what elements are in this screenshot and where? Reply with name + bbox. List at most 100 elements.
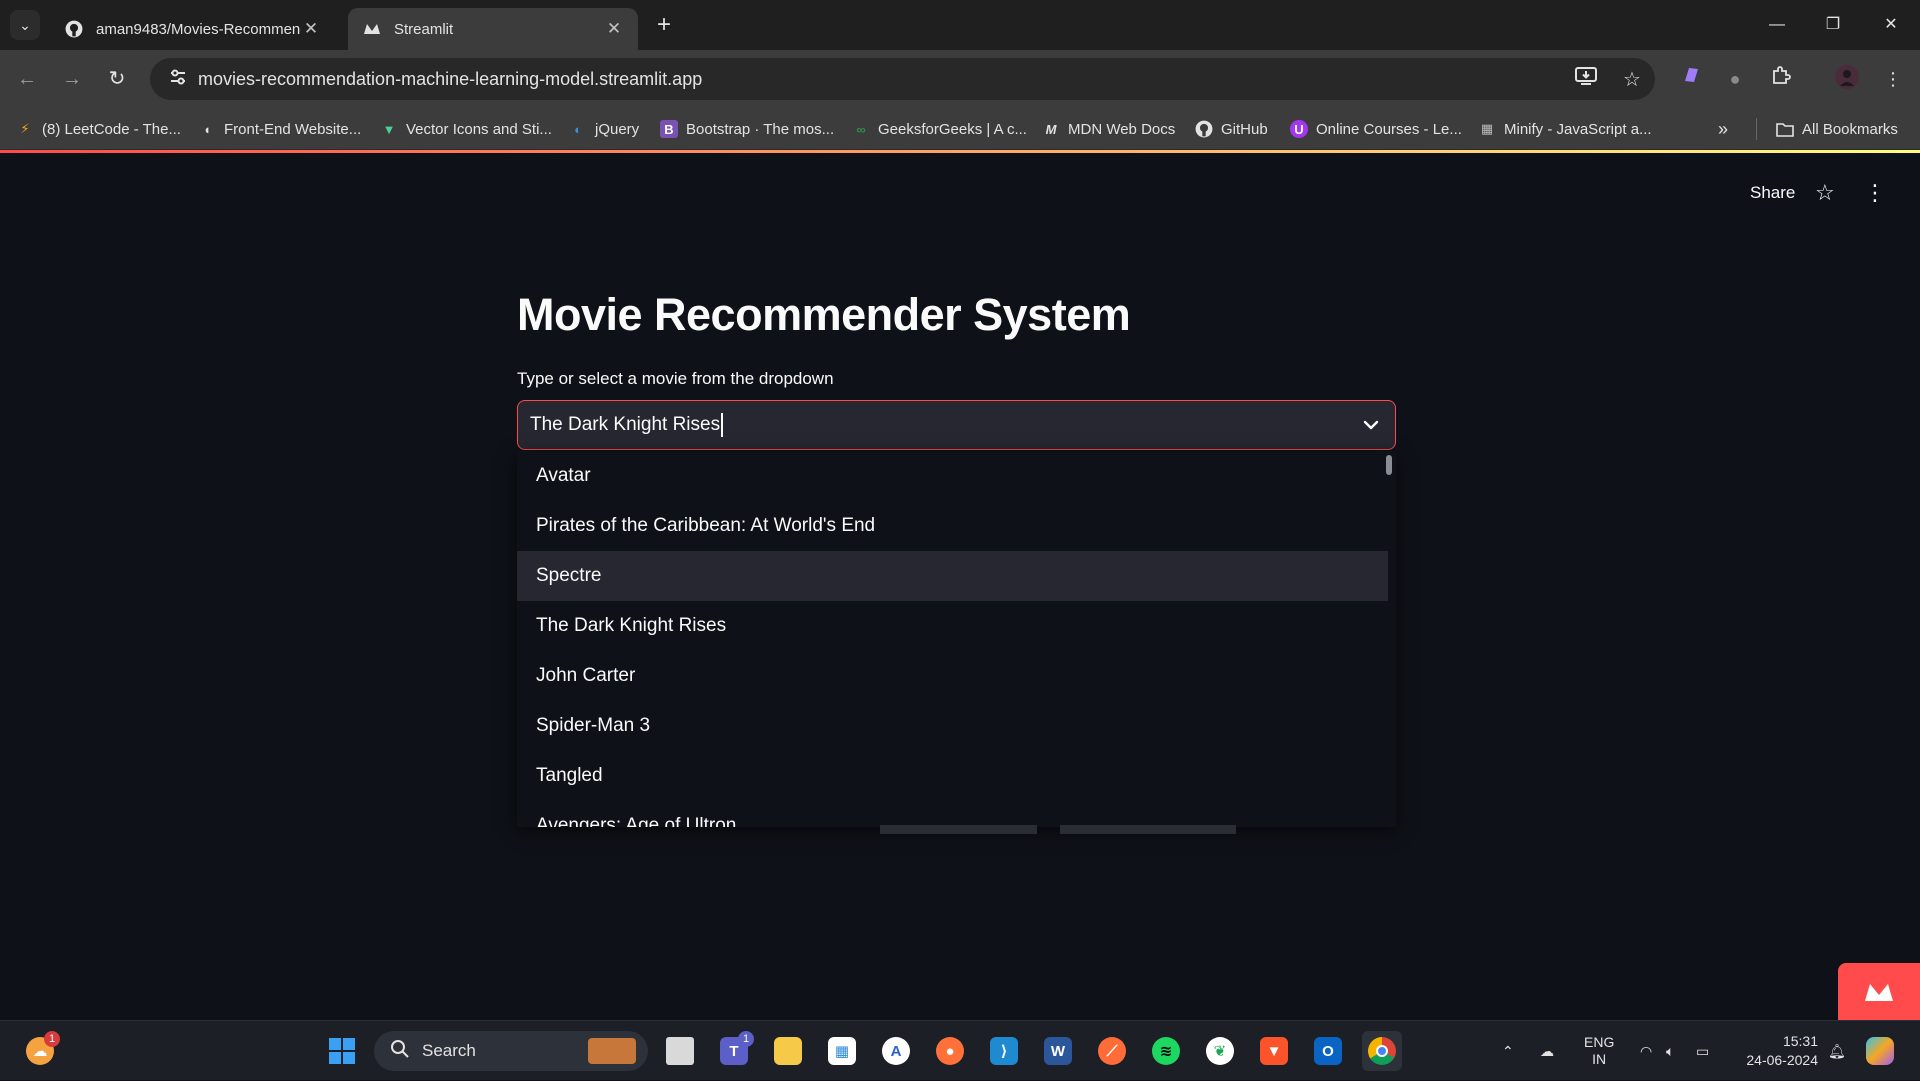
bookmark-github[interactable]: GitHub bbox=[1195, 116, 1268, 142]
task-view-app[interactable] bbox=[660, 1031, 700, 1071]
browser-tab-strip: ⌄ aman9483/Movies-Recommenda ✕ Streamlit… bbox=[0, 0, 1920, 50]
windows-taskbar: ☁ 1 Search T 1 ▦ A ● ⟩ W ⟋ ≋ ❦ ▼ O ⌃ ☁ E… bbox=[0, 1020, 1920, 1080]
start-button[interactable] bbox=[322, 1031, 362, 1071]
dropdown-option[interactable]: Tangled bbox=[517, 751, 1388, 801]
flaticon-icon: ▼ bbox=[382, 121, 396, 137]
streamlit-badge-button[interactable] bbox=[1838, 963, 1920, 1020]
more-bookmarks-icon[interactable]: » bbox=[1718, 116, 1728, 142]
forward-button[interactable]: → bbox=[57, 64, 87, 94]
tab-streamlit[interactable]: Streamlit ✕ bbox=[348, 8, 638, 50]
select-label: Type or select a movie from the dropdown bbox=[517, 369, 834, 388]
bookmark-jquery[interactable]: ◐ jQuery bbox=[569, 116, 639, 142]
tab-github[interactable]: aman9483/Movies-Recommenda ✕ bbox=[50, 8, 335, 50]
file-explorer-app[interactable] bbox=[768, 1031, 808, 1071]
movie-select-input[interactable]: The Dark Knight Rises bbox=[530, 413, 1359, 437]
bookmark-bootstrap[interactable]: B Bootstrap · The mos... bbox=[660, 116, 834, 142]
minimize-button[interactable]: — bbox=[1762, 12, 1792, 38]
dropdown-scrollbar[interactable] bbox=[1386, 455, 1392, 475]
text-caret bbox=[721, 413, 724, 437]
dropdown-option[interactable]: Pirates of the Caribbean: At World's End bbox=[517, 501, 1388, 551]
dropdown-option-highlighted[interactable]: Spectre bbox=[517, 551, 1388, 601]
poster-image bbox=[880, 825, 1037, 834]
brave-app[interactable]: ▼ bbox=[1254, 1031, 1294, 1071]
weather-widget[interactable]: ☁ 1 bbox=[20, 1031, 60, 1071]
movie-selectbox[interactable]: The Dark Knight Rises bbox=[517, 400, 1396, 450]
search-highlight-icon bbox=[588, 1038, 636, 1064]
new-tab-button[interactable]: + bbox=[650, 11, 678, 39]
word-app[interactable]: W bbox=[1038, 1031, 1078, 1071]
dropdown-option[interactable]: The Dark Knight Rises bbox=[517, 601, 1388, 651]
clock[interactable]: 15:31 24-06-2024 bbox=[1736, 1021, 1818, 1081]
share-button[interactable]: Share bbox=[1750, 183, 1795, 203]
bookmark-frontend[interactable]: ◖ Front-End Website... bbox=[198, 116, 361, 142]
wifi-icon[interactable]: ◠ bbox=[1640, 1021, 1652, 1081]
postman-app[interactable]: ⟋ bbox=[1092, 1031, 1132, 1071]
bookmark-label: (8) LeetCode - The... bbox=[42, 120, 181, 138]
dropdown-option[interactable]: Avatar bbox=[517, 451, 1388, 501]
chrome-app[interactable] bbox=[1362, 1031, 1402, 1071]
bookmark-label: Minify - JavaScript a... bbox=[1504, 120, 1652, 138]
outlook-icon: O bbox=[1314, 1037, 1342, 1065]
close-window-button[interactable]: ✕ bbox=[1876, 12, 1906, 38]
vscode-app[interactable]: ⟩ bbox=[984, 1031, 1024, 1071]
browser-menu-icon[interactable]: ⋮ bbox=[1878, 64, 1908, 94]
site-settings-icon[interactable] bbox=[158, 69, 198, 89]
jquery-icon: ◐ bbox=[574, 121, 582, 137]
star-icon[interactable]: ☆ bbox=[1815, 180, 1835, 206]
streamlit-icon bbox=[362, 19, 382, 39]
address-bar[interactable]: movies-recommendation-machine-learning-m… bbox=[150, 58, 1655, 100]
volume-icon[interactable]: 🔈︎ bbox=[1666, 1021, 1674, 1081]
firefox-app[interactable]: ● bbox=[930, 1031, 970, 1071]
clock-time: 15:31 bbox=[1782, 1033, 1818, 1049]
movie-dropdown-list[interactable]: Avatar Pirates of the Caribbean: At Worl… bbox=[517, 451, 1396, 827]
language-code: ENG bbox=[1584, 1034, 1615, 1050]
dropdown-option[interactable]: John Carter bbox=[517, 651, 1388, 701]
battery-icon[interactable]: ▭ bbox=[1696, 1021, 1709, 1081]
streamlit-logo-icon bbox=[1865, 983, 1893, 1001]
frontend-icon: ◖ bbox=[203, 121, 211, 137]
copilot-icon[interactable] bbox=[1866, 1021, 1894, 1081]
language-indicator[interactable]: ENG IN bbox=[1584, 1021, 1614, 1081]
dropdown-option[interactable]: Spider-Man 3 bbox=[517, 701, 1388, 751]
extensions-puzzle-icon[interactable] bbox=[1766, 64, 1796, 94]
show-hidden-icons[interactable]: ⌃ bbox=[1502, 1021, 1514, 1081]
bookmark-leetcode[interactable]: ⚡ (8) LeetCode - The... bbox=[16, 116, 181, 142]
spotify-app[interactable]: ≋ bbox=[1146, 1031, 1186, 1071]
store-icon: ▦ bbox=[828, 1037, 856, 1065]
bookmark-minify[interactable]: ▦ Minify - JavaScript a... bbox=[1478, 116, 1652, 142]
tab-search-button[interactable]: ⌄ bbox=[10, 10, 40, 40]
dropdown-option[interactable]: Avengers: Age of Ultron bbox=[517, 801, 1388, 827]
close-icon[interactable]: ✕ bbox=[604, 19, 624, 39]
app-launcher[interactable]: A bbox=[876, 1031, 916, 1071]
mongodb-app[interactable]: ❦ bbox=[1200, 1031, 1240, 1071]
bookmark-geeksforgeeks[interactable]: ∞ GeeksforGeeks | A c... bbox=[852, 116, 1027, 142]
close-icon[interactable]: ✕ bbox=[301, 19, 321, 39]
restore-button[interactable]: ❐ bbox=[1818, 12, 1848, 38]
outlook-app[interactable]: O bbox=[1308, 1031, 1348, 1071]
url-text[interactable]: movies-recommendation-machine-learning-m… bbox=[198, 69, 1563, 90]
bookmark-flaticon[interactable]: ▼ Vector Icons and Sti... bbox=[380, 116, 552, 142]
extension-icon[interactable]: ● bbox=[1720, 64, 1750, 94]
bootstrap-icon: B bbox=[660, 120, 678, 138]
install-app-icon[interactable] bbox=[1563, 66, 1609, 92]
bookmark-label: GeeksforGeeks | A c... bbox=[878, 120, 1027, 138]
copilot-extension-icon[interactable] bbox=[1676, 64, 1706, 94]
bookmark-star-icon[interactable]: ☆ bbox=[1609, 67, 1655, 92]
chrome-icon bbox=[1368, 1037, 1396, 1065]
chevron-down-icon[interactable] bbox=[1359, 413, 1383, 437]
reload-button[interactable]: ↻ bbox=[102, 64, 132, 94]
bookmark-udemy[interactable]: U Online Courses - Le... bbox=[1290, 116, 1462, 142]
back-button[interactable]: ← bbox=[12, 64, 42, 94]
word-icon: W bbox=[1044, 1037, 1072, 1065]
all-bookmarks-button[interactable]: All Bookmarks bbox=[1776, 116, 1898, 142]
main-menu-icon[interactable]: ⋮ bbox=[1864, 180, 1886, 206]
notification-bell-icon[interactable]: 🔔︎ bbox=[1828, 1021, 1846, 1081]
taskbar-search[interactable]: Search bbox=[374, 1031, 648, 1071]
udemy-icon: U bbox=[1290, 120, 1308, 138]
teams-app[interactable]: T 1 bbox=[714, 1031, 754, 1071]
bookmark-mdn[interactable]: M MDN Web Docs bbox=[1042, 116, 1176, 142]
profile-avatar[interactable] bbox=[1832, 64, 1862, 94]
copilot-logo-icon bbox=[1866, 1037, 1894, 1065]
store-app[interactable]: ▦ bbox=[822, 1031, 862, 1071]
onedrive-icon[interactable]: ☁ bbox=[1540, 1021, 1554, 1081]
